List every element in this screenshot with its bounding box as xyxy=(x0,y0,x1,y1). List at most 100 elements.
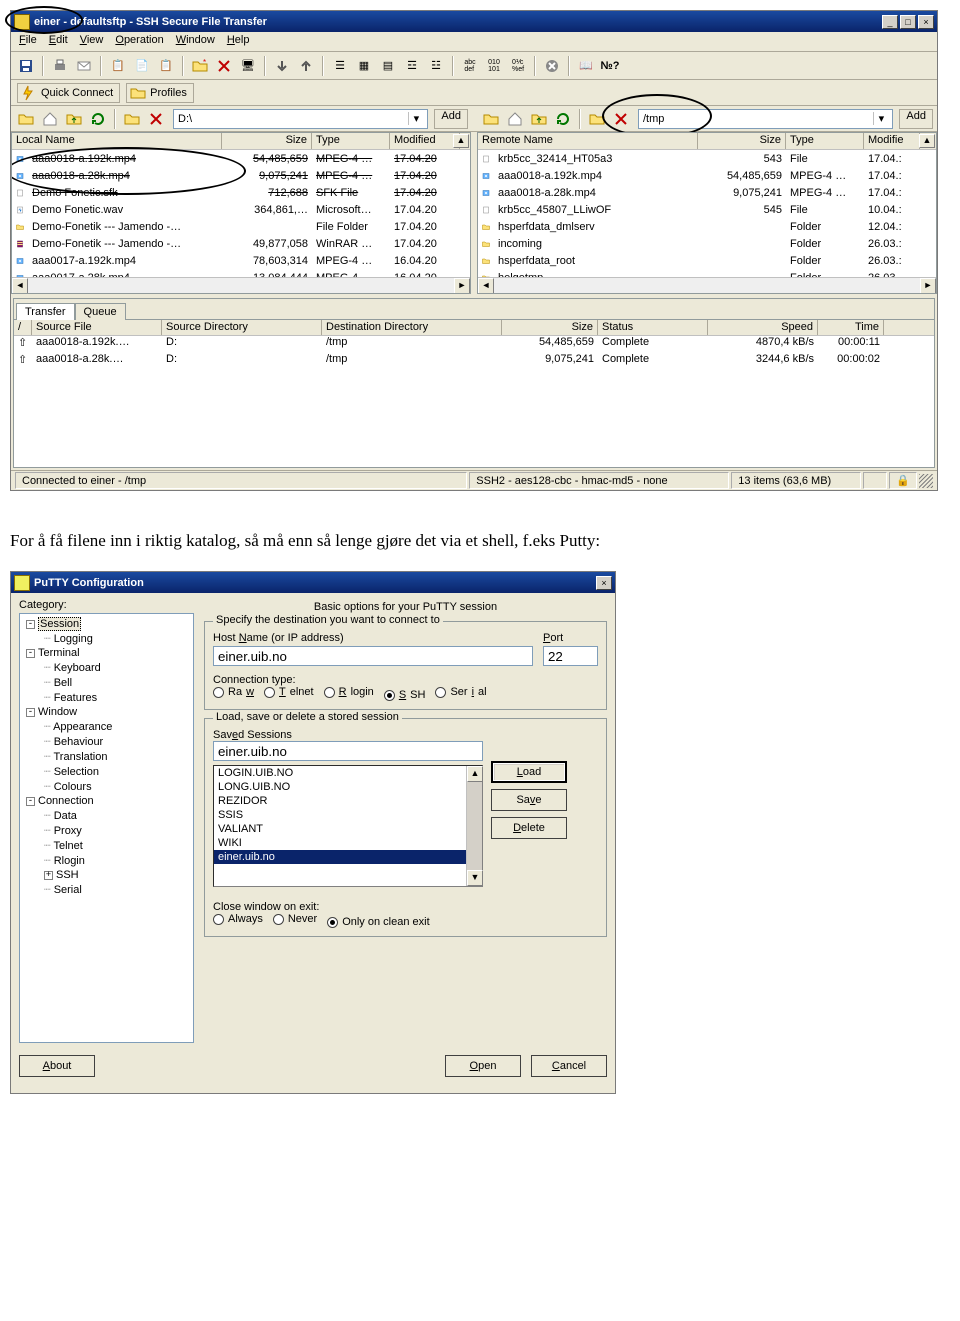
port-input[interactable] xyxy=(543,646,598,666)
scroll-up-icon[interactable]: ▲ xyxy=(919,134,935,148)
binary-icon[interactable]: 010101 xyxy=(483,55,505,77)
tree-node[interactable]: +SSH xyxy=(22,868,191,882)
putty-close-button[interactable]: × xyxy=(596,576,612,590)
view-list-icon[interactable]: ☲ xyxy=(401,55,423,77)
close-button[interactable]: × xyxy=(918,15,934,29)
host-input[interactable] xyxy=(213,646,533,666)
tree-node[interactable]: ┈ Selection xyxy=(22,764,191,779)
tree-node[interactable]: ┈ Colours xyxy=(22,779,191,794)
menu-file[interactable]: File xyxy=(19,34,37,49)
file-row[interactable]: aaa0018-a.28k.mp49,075,241MPEG-4 …17.04.… xyxy=(478,184,936,201)
remote-hscroll[interactable]: ◄► xyxy=(478,277,936,293)
remote-path-input[interactable]: /tmp▾ xyxy=(638,109,893,129)
tree-node[interactable]: ┈ Rlogin xyxy=(22,853,191,868)
tree-node[interactable]: ┈ Behaviour xyxy=(22,734,191,749)
cancel-button[interactable]: Cancel xyxy=(531,1055,607,1077)
tab-queue[interactable]: Queue xyxy=(75,303,126,320)
file-row[interactable]: Demo Fonetic.wav364,861,…Microsoft…17.04… xyxy=(12,201,470,218)
maximize-button[interactable]: □ xyxy=(900,15,916,29)
local-add-button[interactable]: Add xyxy=(434,109,468,129)
file-row[interactable]: krb5cc_45807_LLiwOF545File10.04.: xyxy=(478,201,936,218)
copy-icon[interactable]: 📋 xyxy=(107,55,129,77)
radio-close[interactable]: Never xyxy=(273,913,317,925)
tab-transfer[interactable]: Transfer xyxy=(16,303,75,320)
save-icon[interactable] xyxy=(15,55,37,77)
remote-newfolder-icon[interactable] xyxy=(586,108,608,130)
remote-new-icon[interactable] xyxy=(480,108,502,130)
category-tree[interactable]: -Session┈ Logging-Terminal┈ Keyboard┈ Be… xyxy=(19,613,194,1043)
file-row[interactable]: Demo-Fonetik --- Jamendo -…49,877,058Win… xyxy=(12,235,470,252)
paste-icon[interactable]: 📋 xyxy=(155,55,177,77)
file-row[interactable]: aaa0017-a.192k.mp478,603,314MPEG-4 …16.0… xyxy=(12,252,470,269)
local-new-icon[interactable] xyxy=(15,108,37,130)
view-large-icon[interactable]: ▦ xyxy=(353,55,375,77)
menu-operation[interactable]: Operation xyxy=(115,34,163,49)
radio-ssh[interactable]: SSH xyxy=(384,689,426,701)
file-row[interactable]: aaa0018-a.28k.mp49,075,241MPEG-4 …17.04.… xyxy=(12,167,470,184)
tree-node[interactable]: -Connection xyxy=(22,794,191,808)
local-home-icon[interactable] xyxy=(39,108,61,130)
disconnect-icon[interactable] xyxy=(541,55,563,77)
open-button[interactable]: Open xyxy=(445,1055,521,1077)
tree-node[interactable]: -Session xyxy=(22,617,191,631)
transfer-row[interactable]: ⇧aaa0018-a.192k.…D:/tmp54,485,659Complet… xyxy=(14,336,934,353)
tree-node[interactable]: ┈ Appearance xyxy=(22,719,191,734)
local-up-icon[interactable] xyxy=(63,108,85,130)
file-row[interactable]: Demo Fonetic.sfk712,688SFK File17.04.20 xyxy=(12,184,470,201)
menu-view[interactable]: View xyxy=(80,34,104,49)
radio-close[interactable]: Only on clean exit xyxy=(327,916,429,928)
session-item[interactable]: LOGIN.UIB.NO xyxy=(214,766,482,780)
file-row[interactable]: krb5cc_32414_HT05a3543File17.04.: xyxy=(478,150,936,167)
local-path-input[interactable]: D:\▾ xyxy=(173,109,428,129)
putty-titlebar[interactable]: PuTTY Configuration × xyxy=(11,572,615,593)
options-icon[interactable]: 📖 xyxy=(575,55,597,77)
menu-edit[interactable]: Edit xyxy=(49,34,68,49)
delete-icon[interactable] xyxy=(213,55,235,77)
tree-node[interactable]: ┈ Serial xyxy=(22,882,191,897)
remote-home-icon[interactable] xyxy=(504,108,526,130)
resize-grip[interactable] xyxy=(919,474,933,488)
file-row[interactable]: Demo-Fonetik --- Jamendo -…File Folder17… xyxy=(12,218,470,235)
radio-rlogin[interactable]: Rlogin xyxy=(324,686,374,698)
minimize-button[interactable]: _ xyxy=(882,15,898,29)
remote-up-icon[interactable] xyxy=(528,108,550,130)
profiles-button[interactable]: Profiles xyxy=(126,83,194,103)
tree-node[interactable]: -Window xyxy=(22,705,191,719)
scroll-up-icon[interactable]: ▲ xyxy=(453,134,469,148)
session-item[interactable]: WIKI xyxy=(214,836,482,850)
remote-rows[interactable]: krb5cc_32414_HT05a3543File17.04.: aaa0018… xyxy=(478,150,936,277)
auto-icon[interactable]: 0⅟c%ef xyxy=(507,55,529,77)
tree-node[interactable]: ┈ Logging xyxy=(22,631,191,646)
session-item[interactable]: VALIANT xyxy=(214,822,482,836)
view-details-icon[interactable]: ☳ xyxy=(425,55,447,77)
tree-node[interactable]: ┈ Telnet xyxy=(22,838,191,853)
remote-header[interactable]: Remote NameSizeTypeModifie xyxy=(478,133,936,150)
menubar[interactable]: File Edit View Operation Window Help xyxy=(11,32,937,52)
titlebar[interactable]: einer - defaultsftp - SSH Secure File Tr… xyxy=(11,11,937,32)
view-small-icon[interactable]: ▤ xyxy=(377,55,399,77)
tree-node[interactable]: ┈ Data xyxy=(22,808,191,823)
file-row[interactable]: aaa0017-a.28k.mp413,084,444MPEG-4 …16.04… xyxy=(12,269,470,277)
local-newfolder-icon[interactable] xyxy=(121,108,143,130)
file-row[interactable]: helgetmpFolder26.03 xyxy=(478,269,936,277)
help-icon[interactable]: №? xyxy=(599,55,621,77)
copy2-icon[interactable]: 📄 xyxy=(131,55,153,77)
session-item[interactable]: SSIS xyxy=(214,808,482,822)
transfer-header[interactable]: /Source FileSource DirectoryDestination … xyxy=(14,319,934,336)
view-icon[interactable]: ☰ xyxy=(329,55,351,77)
saved-input[interactable] xyxy=(213,741,483,761)
local-delete-icon[interactable] xyxy=(145,108,167,130)
save-button[interactable]: Save xyxy=(491,789,567,811)
radio-raw[interactable]: Raw xyxy=(213,686,254,698)
mail-icon[interactable] xyxy=(73,55,95,77)
tree-node[interactable]: ┈ Bell xyxy=(22,675,191,690)
session-list[interactable]: LOGIN.UIB.NOLONG.UIB.NOREZIDORSSISVALIAN… xyxy=(213,765,483,887)
remote-refresh-icon[interactable] xyxy=(552,108,574,130)
tree-node[interactable]: ┈ Translation xyxy=(22,749,191,764)
file-row[interactable]: hsperfdata_dmlservFolder12.04.: xyxy=(478,218,936,235)
dropdown-icon[interactable]: ▾ xyxy=(408,112,423,125)
radio-telnet[interactable]: Telnet xyxy=(264,686,314,698)
newfolder-icon[interactable]: * xyxy=(189,55,211,77)
tree-node[interactable]: ┈ Features xyxy=(22,690,191,705)
local-refresh-icon[interactable] xyxy=(87,108,109,130)
